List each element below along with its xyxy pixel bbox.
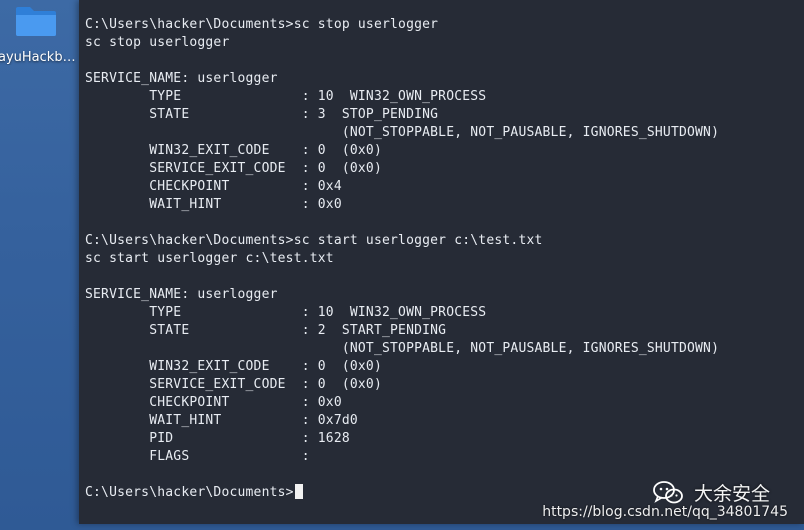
terminal-window[interactable]: C:\Users\hacker\Documents> sc stop userlo…: [79, 0, 804, 524]
terminal-prompt: C:\Users\hacker\Documents>: [85, 485, 294, 500]
terminal-line: SERVICE_EXIT_CODE : 0 (0x0): [85, 377, 382, 392]
terminal-line: WIN32_EXIT_CODE : 0 (0x0): [85, 143, 382, 158]
folder-icon: [16, 7, 56, 36]
terminal-line: TYPE : 10 WIN32_OWN_PROCESS: [85, 305, 487, 320]
watermark: 大余安全 https://blog.csdn.net/qq_34801745: [466, 481, 796, 526]
terminal-line: SERVICE_EXIT_CODE : 0 (0x0): [85, 161, 382, 176]
terminal-line: WIN32_EXIT_CODE : 0 (0x0): [85, 359, 382, 374]
terminal-line: SERVICE_NAME: userlogger: [85, 287, 278, 302]
terminal-line: WAIT_HINT : 0x0: [85, 197, 342, 212]
terminal-line: CHECKPOINT : 0x0: [85, 395, 342, 410]
terminal-line: FLAGS :: [85, 449, 310, 464]
terminal-line: SERVICE_NAME: userlogger: [85, 71, 278, 86]
watermark-brand: 大余安全: [693, 483, 770, 505]
terminal-line: sc start userlogger c:\test.txt: [85, 251, 334, 266]
terminal-line: sc stop userlogger: [85, 35, 230, 50]
watermark-url: https://blog.csdn.net/qq_34801745: [542, 504, 788, 520]
wechat-logo-icon: [653, 481, 683, 504]
folder-label: ayuHackba...: [0, 50, 80, 65]
terminal-line: C:\Users\hacker\Documents>sc stop userlo…: [85, 17, 439, 32]
text-cursor: [294, 484, 303, 499]
terminal-line: TYPE : 10 WIN32_OWN_PROCESS: [85, 89, 487, 104]
terminal-line: PID : 1628: [85, 431, 350, 446]
terminal-line: (NOT_STOPPABLE, NOT_PAUSABLE, IGNORES_SH…: [85, 125, 720, 140]
terminal-line: (NOT_STOPPABLE, NOT_PAUSABLE, IGNORES_SH…: [85, 341, 720, 356]
desktop-folder-shortcut[interactable]: ayuHackba...: [0, 0, 80, 80]
terminal-line: CHECKPOINT : 0x4: [85, 179, 342, 194]
terminal-line: STATE : 2 START_PENDING: [85, 323, 447, 338]
terminal-output: C:\Users\hacker\Documents> sc stop userlo…: [85, 16, 719, 502]
terminal-line: STATE : 3 STOP_PENDING: [85, 107, 439, 122]
terminal-line: WAIT_HINT : 0x7d0: [85, 413, 358, 428]
terminal-line: C:\Users\hacker\Documents>sc start userl…: [85, 233, 543, 248]
